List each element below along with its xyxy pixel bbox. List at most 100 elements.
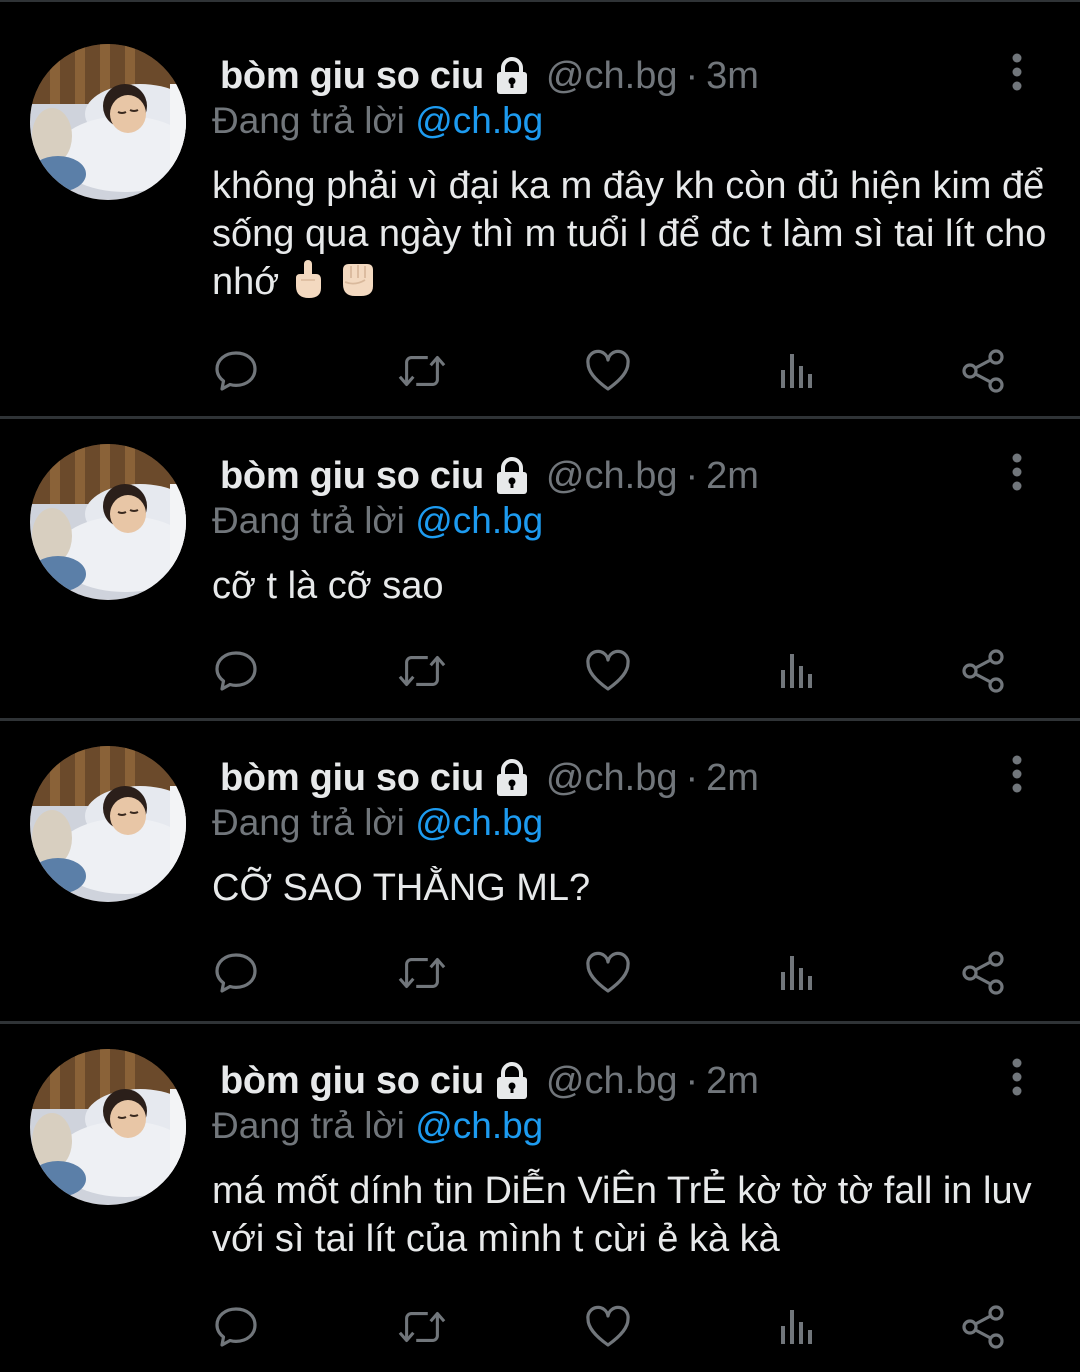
display-name[interactable]: bòm giu so ciu (220, 1060, 484, 1103)
tweet-actions (0, 1302, 1080, 1352)
lock-icon (492, 758, 532, 798)
reply-button[interactable] (211, 948, 261, 998)
tweet-text: cỡ t là cỡ sao (212, 562, 1052, 610)
lock-icon (492, 456, 532, 496)
tweet-text-content: CỠ SAO THẰNG ML? (212, 867, 591, 909)
handle[interactable]: @ch.bg (546, 757, 678, 800)
emoji-container (279, 260, 379, 303)
views-icon (781, 354, 812, 388)
share-icon (962, 1305, 1004, 1349)
replying-to: Đang trả lời @ch.bg (212, 100, 543, 142)
tweet-actions (0, 948, 1080, 998)
display-name[interactable]: bòm giu so ciu (220, 55, 484, 98)
retweet-icon (398, 656, 446, 686)
tweet-divider (0, 416, 1080, 419)
timestamp[interactable]: 3m (706, 55, 759, 98)
more-options-icon[interactable] (1000, 754, 1034, 794)
replying-to: Đang trả lời @ch.bg (212, 802, 543, 844)
handle[interactable]: @ch.bg (546, 455, 678, 498)
retweet-button[interactable] (397, 1302, 447, 1352)
replying-to: Đang trả lời @ch.bg (212, 500, 543, 542)
reply-button[interactable] (211, 1302, 261, 1352)
like-button[interactable] (583, 346, 633, 396)
replying-to-label: Đang trả lời (212, 1105, 405, 1146)
share-button[interactable] (958, 1302, 1008, 1352)
separator: · (685, 54, 699, 97)
reply-button[interactable] (211, 346, 261, 396)
tweet-header: bòm giu so ciu @ch.bg · 3m (220, 52, 759, 100)
replying-to: Đang trả lời @ch.bg (212, 1105, 543, 1147)
retweet-button[interactable] (397, 346, 447, 396)
tweet-text: má mốt dính tin DiỄn ViÊn TrẺ kờ tờ tờ f… (212, 1167, 1052, 1263)
tweet-header: bòm giu so ciu @ch.bg · 2m (220, 1057, 759, 1105)
like-button[interactable] (583, 646, 633, 696)
tweet-header: bòm giu so ciu @ch.bg · 2m (220, 754, 759, 802)
fist-emoji (343, 264, 374, 296)
like-icon (586, 1305, 630, 1347)
share-icon (962, 349, 1004, 393)
views-icon (781, 1310, 812, 1344)
reply-icon (215, 351, 257, 391)
like-icon (586, 349, 630, 391)
tweet-actions (0, 346, 1080, 396)
views-icon (781, 654, 812, 688)
views-icon (781, 956, 812, 990)
replying-to-mention[interactable]: @ch.bg (415, 1105, 543, 1146)
more-options-icon[interactable] (1000, 52, 1034, 92)
share-button[interactable] (958, 948, 1008, 998)
middle-finger-emoji (296, 260, 322, 298)
top-divider (0, 0, 1080, 2)
avatar[interactable] (30, 1049, 186, 1205)
reply-icon (215, 1307, 257, 1347)
separator: · (685, 454, 699, 497)
tweet-text: không phải vì đại ka m đây kh còn đủ hiệ… (212, 162, 1052, 306)
share-button[interactable] (958, 346, 1008, 396)
handle[interactable]: @ch.bg (546, 55, 678, 98)
like-button[interactable] (583, 1302, 633, 1352)
replying-to-mention[interactable]: @ch.bg (415, 802, 543, 843)
more-options-icon[interactable] (1000, 1057, 1034, 1097)
like-button[interactable] (583, 948, 633, 998)
retweet-button[interactable] (397, 646, 447, 696)
display-name[interactable]: bòm giu so ciu (220, 455, 484, 498)
retweet-button[interactable] (397, 948, 447, 998)
timestamp[interactable]: 2m (706, 757, 759, 800)
lock-icon (492, 1061, 532, 1101)
replying-to-mention[interactable]: @ch.bg (415, 100, 543, 141)
like-icon (586, 951, 630, 993)
tweet-text: CỠ SAO THẰNG ML? (212, 864, 1052, 912)
tweet-header: bòm giu so ciu @ch.bg · 2m (220, 452, 759, 500)
tweet-actions (0, 646, 1080, 696)
timestamp[interactable]: 2m (706, 1060, 759, 1103)
reply-icon (215, 651, 257, 691)
replying-to-label: Đang trả lời (212, 500, 405, 541)
replying-to-label: Đang trả lời (212, 100, 405, 141)
tweet-text-content: cỡ t là cỡ sao (212, 565, 444, 607)
tweet-divider (0, 718, 1080, 721)
share-icon (962, 649, 1004, 693)
handle[interactable]: @ch.bg (546, 1060, 678, 1103)
retweet-icon (398, 355, 446, 386)
views-button[interactable] (771, 948, 821, 998)
views-button[interactable] (771, 346, 821, 396)
more-options-icon[interactable] (1000, 452, 1034, 492)
separator: · (685, 1059, 699, 1102)
retweet-icon (398, 1312, 446, 1342)
lock-icon (492, 56, 532, 96)
avatar[interactable] (30, 44, 186, 200)
tweet-divider (0, 1021, 1080, 1024)
views-button[interactable] (771, 1302, 821, 1352)
reply-icon (215, 953, 257, 993)
display-name[interactable]: bòm giu so ciu (220, 757, 484, 800)
avatar[interactable] (30, 746, 186, 902)
timestamp[interactable]: 2m (706, 455, 759, 498)
tweet-text-content: má mốt dính tin DiỄn ViÊn TrẺ kờ tờ tờ f… (212, 1170, 1032, 1260)
share-button[interactable] (958, 646, 1008, 696)
views-button[interactable] (771, 646, 821, 696)
reply-button[interactable] (211, 646, 261, 696)
share-icon (962, 951, 1004, 995)
separator: · (685, 756, 699, 799)
avatar[interactable] (30, 444, 186, 600)
retweet-icon (398, 958, 446, 988)
replying-to-mention[interactable]: @ch.bg (415, 500, 543, 541)
